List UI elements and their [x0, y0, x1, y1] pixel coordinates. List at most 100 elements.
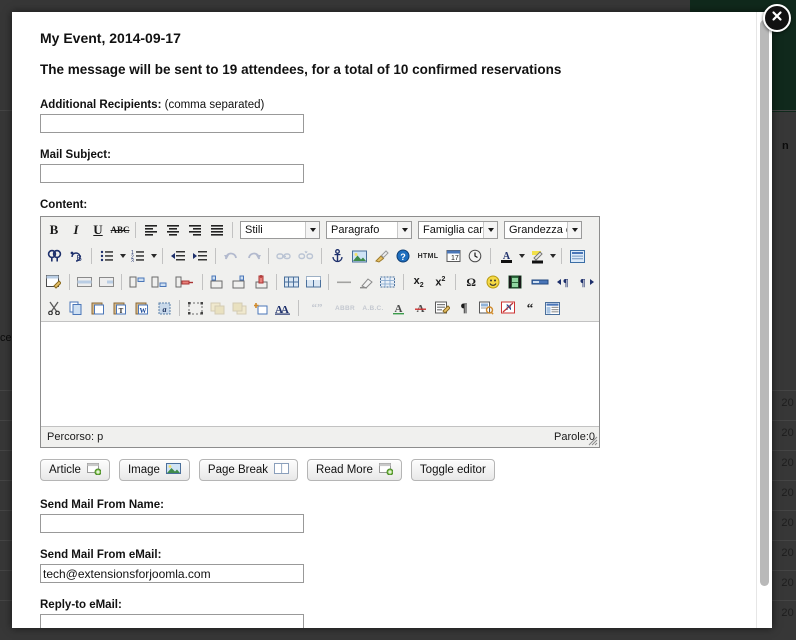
visual-aid-icon[interactable] [378, 272, 398, 292]
cleanup-icon[interactable] [371, 246, 391, 266]
paste-icon[interactable] [88, 298, 108, 318]
unlink-icon[interactable] [296, 246, 316, 266]
indent-icon[interactable] [190, 246, 210, 266]
bullet-list-icon[interactable] [97, 246, 117, 266]
text-color-icon[interactable]: A [496, 246, 516, 266]
insert-time-icon[interactable] [465, 246, 485, 266]
bold-icon[interactable]: B [44, 220, 64, 240]
insert-column-after-icon[interactable] [229, 272, 249, 292]
html-source-icon[interactable]: HTML [415, 246, 441, 266]
insert-layer-icon[interactable] [567, 246, 587, 266]
select-area-icon[interactable] [185, 298, 205, 318]
subscript-icon[interactable]: x2 [409, 272, 429, 292]
nonbreaking-icon[interactable]: N [498, 298, 518, 318]
underline-icon[interactable]: U [88, 220, 108, 240]
chevron-down-icon[interactable] [397, 222, 411, 238]
acronym-icon[interactable]: A.B.C. [360, 298, 386, 318]
xtd-toggle-editor-button[interactable]: Toggle editor [410, 459, 495, 481]
font-size-select[interactable]: Grandezza car [504, 221, 582, 239]
editor-content-area[interactable] [41, 321, 599, 426]
insert-image-icon[interactable] [349, 246, 369, 266]
close-icon[interactable] [763, 4, 791, 32]
modal-scrollbar[interactable] [756, 12, 772, 628]
rtl-icon[interactable]: ¶ [576, 272, 596, 292]
replace-icon[interactable]: B [66, 246, 86, 266]
align-left-icon[interactable] [141, 220, 161, 240]
remove-format-icon[interactable] [356, 272, 376, 292]
horizontal-rule-icon[interactable] [334, 272, 354, 292]
from-email-input[interactable] [40, 564, 304, 583]
background-color-dropdown-icon[interactable] [548, 246, 557, 266]
template-icon[interactable] [542, 298, 562, 318]
row-properties-icon[interactable] [75, 272, 95, 292]
bullet-list-dropdown-icon[interactable] [118, 246, 127, 266]
move-backward-icon[interactable] [229, 298, 249, 318]
insert-layer-box-icon[interactable] [251, 298, 271, 318]
align-center-icon[interactable] [163, 220, 183, 240]
additional-recipients-input[interactable] [40, 114, 304, 133]
cell-properties-icon[interactable] [97, 272, 117, 292]
anchor-icon[interactable] [327, 246, 347, 266]
search-icon[interactable] [44, 246, 64, 266]
chevron-down-icon[interactable] [567, 222, 581, 238]
help-icon[interactable]: ? [393, 246, 413, 266]
strikethrough-icon[interactable]: ABC [110, 220, 130, 240]
styles-select[interactable]: Stili [240, 221, 320, 239]
attributes-icon[interactable] [432, 298, 452, 318]
link-icon[interactable] [274, 246, 294, 266]
numbered-list-dropdown-icon[interactable] [149, 246, 158, 266]
insert-column-before-icon[interactable] [208, 272, 228, 292]
text-color-dropdown-icon[interactable] [517, 246, 526, 266]
xtd-article-button[interactable]: Article [40, 459, 110, 481]
send-message-modal: My Event, 2014-09-17 The message will be… [12, 12, 772, 628]
insert-icon[interactable]: A [388, 298, 408, 318]
preview-icon[interactable] [476, 298, 496, 318]
special-character-icon[interactable]: Ω [461, 272, 481, 292]
copy-icon[interactable] [66, 298, 86, 318]
ltr-icon[interactable]: ¶ [554, 272, 574, 292]
align-justify-icon[interactable] [207, 220, 227, 240]
quote-icon[interactable]: “” [304, 298, 330, 318]
paste-word-icon[interactable]: W [132, 298, 152, 318]
move-forward-icon[interactable] [207, 298, 227, 318]
xtd-pagebreak-button[interactable]: Page Break [198, 459, 299, 481]
background-color-icon[interactable] [527, 246, 547, 266]
merge-cells-icon[interactable] [304, 272, 324, 292]
abbr-icon[interactable]: ABBR [332, 298, 358, 318]
style-props-icon[interactable]: AA [273, 298, 293, 318]
paste-text-icon[interactable]: T [110, 298, 130, 318]
blockquote-icon[interactable]: “ [520, 298, 540, 318]
from-name-input[interactable] [40, 514, 304, 533]
redo-icon[interactable] [243, 246, 263, 266]
font-family-select[interactable]: Famiglia caratt [418, 221, 498, 239]
mail-subject-input[interactable] [40, 164, 304, 183]
show-blocks-icon[interactable]: ¶ [454, 298, 474, 318]
insert-date-icon[interactable]: 17 [443, 246, 463, 266]
insert-row-before-icon[interactable] [127, 272, 147, 292]
xtd-image-button[interactable]: Image [118, 459, 190, 481]
chevron-down-icon[interactable] [483, 222, 497, 238]
modal-scrollbar-thumb[interactable] [760, 20, 769, 586]
emoticon-icon[interactable] [483, 272, 503, 292]
cut-icon[interactable] [44, 298, 64, 318]
table-properties-icon[interactable] [44, 272, 64, 292]
numbered-list-icon[interactable]: 123 [128, 246, 148, 266]
superscript-icon[interactable]: x2 [431, 272, 451, 292]
page-break-icon[interactable] [527, 272, 553, 292]
delete-column-icon[interactable] [251, 272, 271, 292]
undo-icon[interactable] [221, 246, 241, 266]
delete-row-icon[interactable] [171, 272, 197, 292]
reply-to-input[interactable] [40, 614, 304, 628]
paragraph-select[interactable]: Paragrafo [326, 221, 412, 239]
insert-row-after-icon[interactable] [149, 272, 169, 292]
italic-icon[interactable]: I [66, 220, 86, 240]
split-cells-icon[interactable] [282, 272, 302, 292]
media-icon[interactable] [505, 272, 525, 292]
chevron-down-icon[interactable] [305, 222, 319, 238]
align-right-icon[interactable] [185, 220, 205, 240]
outdent-icon[interactable] [168, 246, 188, 266]
editor-resize-grip[interactable] [586, 434, 598, 446]
xtd-readmore-button[interactable]: Read More [307, 459, 402, 481]
delete-text-icon[interactable]: A [410, 298, 430, 318]
select-all-icon[interactable]: a [154, 298, 174, 318]
